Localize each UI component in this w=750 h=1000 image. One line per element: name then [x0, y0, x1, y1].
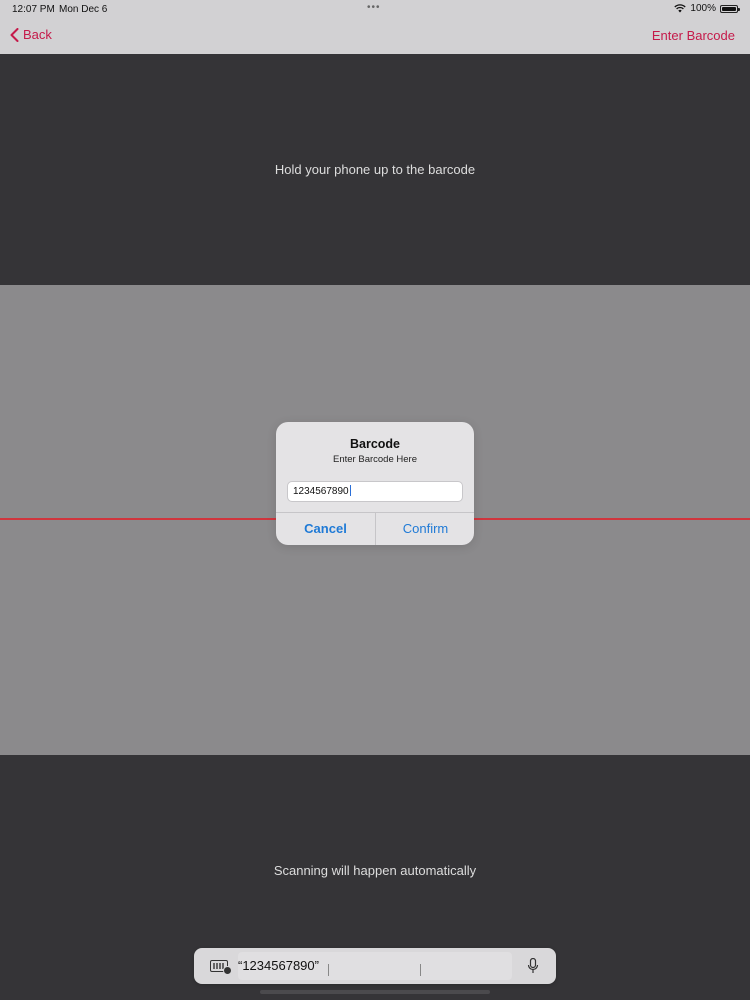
barcode-input-value: 1234567890	[293, 486, 349, 497]
text-caret	[349, 485, 351, 496]
alert-message: Enter Barcode Here	[333, 454, 417, 465]
back-label: Back	[23, 27, 52, 42]
confirm-button[interactable]: Confirm	[376, 513, 474, 545]
alert-title: Barcode	[349, 437, 401, 451]
suggestion-separator	[420, 964, 421, 976]
battery-percent: 100%	[690, 3, 716, 14]
status-indicators: 100%	[674, 3, 740, 14]
suggestion-separator	[328, 964, 329, 976]
bottom-hint-text: Scanning will happen automatically	[273, 863, 477, 878]
chevron-left-icon	[10, 27, 19, 42]
top-hint-text: Hold your phone up to the barcode	[274, 162, 476, 177]
multitasking-dots-icon[interactable]: •••	[367, 2, 381, 13]
enter-barcode-button[interactable]: Enter Barcode	[652, 28, 735, 43]
barcode-alert-dialog: Barcode Enter Barcode Here 1234567890 Ca…	[276, 422, 474, 545]
home-indicator[interactable]	[260, 990, 490, 994]
mic-icon[interactable]	[527, 958, 539, 974]
battery-icon	[720, 4, 740, 13]
keyboard-icon[interactable]	[210, 960, 232, 975]
navigation-bar: Back Enter Barcode	[0, 18, 750, 54]
barcode-input[interactable]: 1234567890	[287, 481, 463, 502]
wifi-icon	[674, 4, 687, 13]
status-bar: 12:07 PM Mon Dec 6 ••• 100%	[0, 0, 750, 18]
scanner-top-overlay: Hold your phone up to the barcode	[0, 54, 750, 285]
suggestion-item[interactable]: “1234567890”	[238, 952, 326, 980]
keyboard-assistant-bar: “1234567890”	[194, 948, 556, 984]
back-button[interactable]: Back	[10, 27, 52, 42]
status-time: 12:07 PM	[12, 4, 55, 15]
status-date: Mon Dec 6	[59, 4, 108, 15]
cancel-button[interactable]: Cancel	[276, 513, 375, 545]
